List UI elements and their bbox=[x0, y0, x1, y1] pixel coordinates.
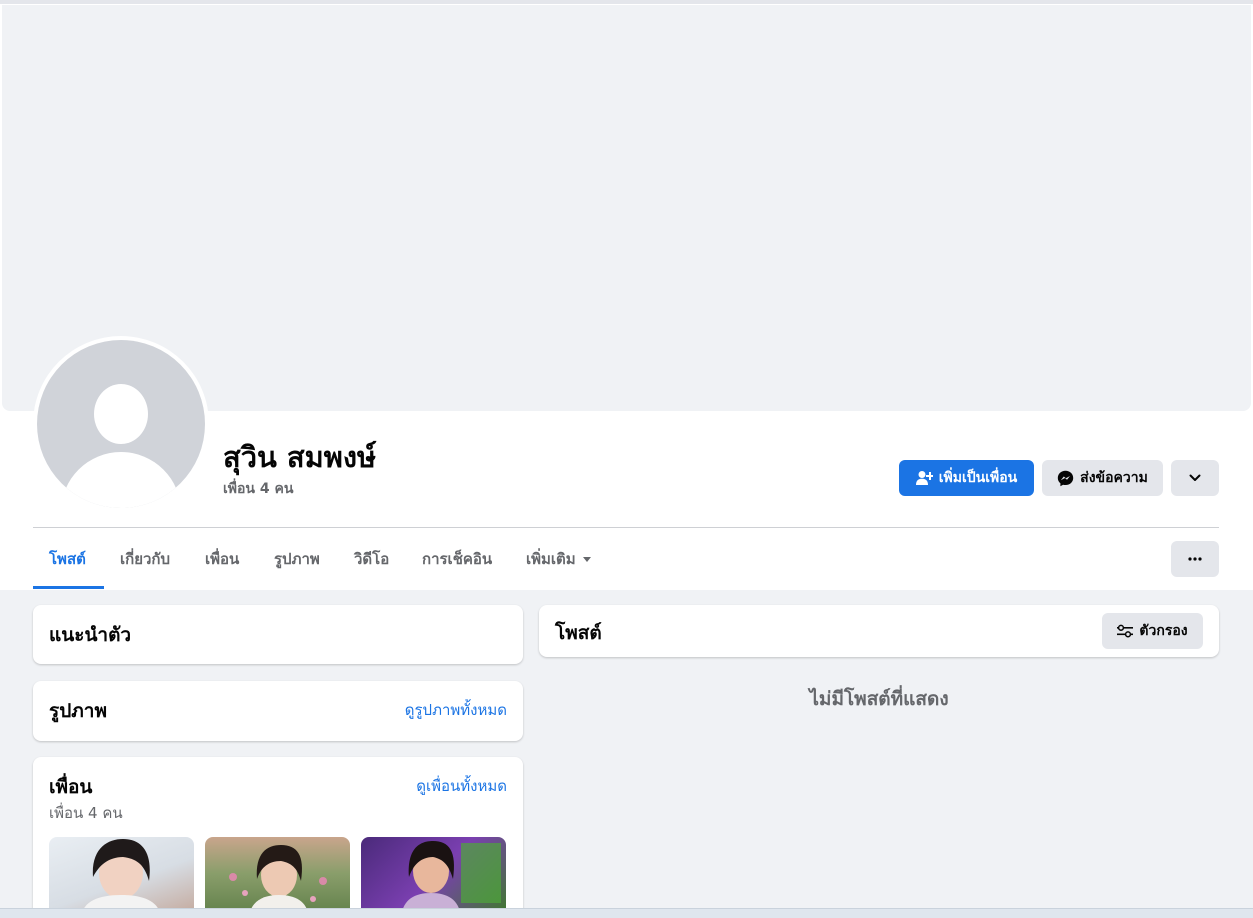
posts-header-card: โพสต์ ตัวกรอง bbox=[539, 605, 1219, 657]
chevron-down-icon bbox=[1189, 474, 1201, 482]
browser-top-edge bbox=[0, 0, 1253, 4]
friend-photo-image bbox=[229, 845, 327, 917]
photos-title: รูปภาพ bbox=[49, 700, 107, 722]
friend-photo-image bbox=[81, 839, 161, 917]
profile-avatar[interactable] bbox=[33, 336, 209, 512]
tab-about-label: เกี่ยวกับ bbox=[120, 550, 171, 568]
see-all-friends-link[interactable]: ดูเพื่อนทั้งหมด bbox=[416, 774, 507, 798]
tab-videos-label: วิดีโอ bbox=[354, 550, 390, 568]
tab-posts-label: โพสต์ bbox=[49, 550, 86, 568]
posts-title: โพสต์ bbox=[555, 622, 602, 644]
default-avatar-placeholder bbox=[37, 340, 205, 508]
os-taskbar-edge bbox=[0, 908, 1253, 918]
profile-friend-count[interactable]: เพื่อน 4 คน bbox=[223, 478, 293, 500]
tab-more[interactable]: เพิ่มเติม bbox=[510, 529, 607, 589]
tab-checkins[interactable]: การเช็คอิน bbox=[406, 529, 508, 589]
friend-photo[interactable] bbox=[49, 837, 194, 917]
tab-friends[interactable]: เพื่อน bbox=[189, 529, 255, 589]
cover-photo[interactable] bbox=[2, 5, 1251, 411]
person-add-icon bbox=[915, 470, 933, 486]
tab-checkins-label: การเช็คอิน bbox=[422, 550, 493, 568]
send-message-label: ส่งข้อความ bbox=[1080, 470, 1148, 486]
tab-posts[interactable]: โพสต์ bbox=[33, 529, 104, 589]
no-posts-message: ไม่มีโพสต์ที่แสดง bbox=[809, 688, 949, 710]
intro-title: แนะนำตัว bbox=[49, 624, 132, 646]
more-dots-icon bbox=[1188, 557, 1202, 561]
tab-photos-label: รูปภาพ bbox=[274, 550, 320, 568]
tab-about[interactable]: เกี่ยวกับ bbox=[104, 529, 186, 589]
friends-title: เพื่อน bbox=[49, 776, 93, 798]
caret-down-icon bbox=[582, 556, 591, 562]
tab-photos[interactable]: รูปภาพ bbox=[258, 529, 336, 589]
header-divider bbox=[33, 527, 1219, 528]
friend-photo[interactable] bbox=[361, 837, 506, 917]
more-profile-options-button[interactable] bbox=[1171, 460, 1219, 496]
intro-card: แนะนำตัว bbox=[33, 605, 523, 664]
send-message-button[interactable]: ส่งข้อความ bbox=[1042, 460, 1163, 496]
avatar-head-shape bbox=[94, 384, 148, 444]
photos-card: รูปภาพ ดูรูปภาพทั้งหมด bbox=[33, 681, 523, 741]
filter-button[interactable]: ตัวกรอง bbox=[1102, 613, 1203, 649]
tab-more-label: เพิ่มเติม bbox=[526, 550, 576, 568]
add-friend-button[interactable]: เพิ่มเป็นเพื่อน bbox=[899, 460, 1034, 496]
profile-name: สุวิน สมพงษ์ bbox=[223, 440, 377, 474]
filter-label: ตัวกรอง bbox=[1139, 623, 1188, 639]
tab-friends-label: เพื่อน bbox=[205, 550, 240, 568]
friend-photo[interactable] bbox=[205, 837, 350, 917]
friends-card: เพื่อน ดูเพื่อนทั้งหมด เพื่อน 4 คน bbox=[33, 757, 523, 918]
friend-photo-image bbox=[401, 841, 501, 917]
see-all-photos-link[interactable]: ดูรูปภาพทั้งหมด bbox=[405, 698, 507, 722]
avatar-body-shape bbox=[61, 452, 181, 508]
friends-count: เพื่อน 4 คน bbox=[49, 804, 123, 822]
tab-menu-button[interactable] bbox=[1171, 541, 1219, 577]
filter-sliders-icon bbox=[1117, 624, 1134, 638]
messenger-icon bbox=[1057, 470, 1074, 487]
tab-videos[interactable]: วิดีโอ bbox=[338, 529, 405, 589]
add-friend-label: เพิ่มเป็นเพื่อน bbox=[938, 470, 1018, 486]
